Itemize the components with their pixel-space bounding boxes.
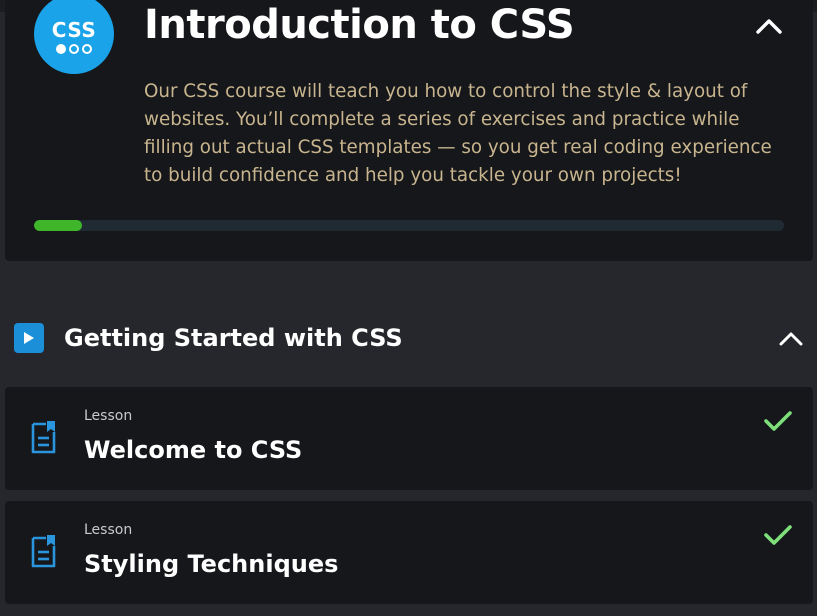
course-overview-card: CSS Introduction to CSS Our CSS course w… <box>5 0 813 261</box>
lesson-item[interactable]: Lesson Welcome to CSS <box>5 387 813 490</box>
course-title: Introduction to CSS <box>144 2 575 48</box>
lesson-type-label: Lesson <box>84 522 133 538</box>
css-course-badge: CSS <box>34 0 114 74</box>
lesson-type-label: Lesson <box>84 408 133 424</box>
chevron-up-icon <box>756 19 782 34</box>
lesson-document-icon <box>31 535 56 568</box>
lesson-document-icon <box>31 421 56 454</box>
course-description: Our CSS course will teach you how to con… <box>144 81 772 186</box>
course-progress-fill <box>34 220 82 231</box>
lesson-item[interactable]: Lesson Styling Techniques <box>5 501 813 604</box>
section-collapse-button[interactable] <box>776 323 806 353</box>
checkmark-icon <box>764 525 792 545</box>
badge-dots-icon <box>56 43 92 54</box>
chevron-up-icon <box>779 332 803 345</box>
lesson-title: Welcome to CSS <box>84 436 303 464</box>
play-icon <box>14 323 44 353</box>
course-collapse-button[interactable] <box>754 11 784 41</box>
section-header-getting-started[interactable]: Getting Started with CSS <box>0 310 817 366</box>
badge-label: CSS <box>51 17 97 42</box>
course-progress-bar <box>34 220 784 231</box>
checkmark-icon <box>764 411 792 431</box>
section-title: Getting Started with CSS <box>64 324 403 352</box>
lesson-title: Styling Techniques <box>84 550 339 578</box>
